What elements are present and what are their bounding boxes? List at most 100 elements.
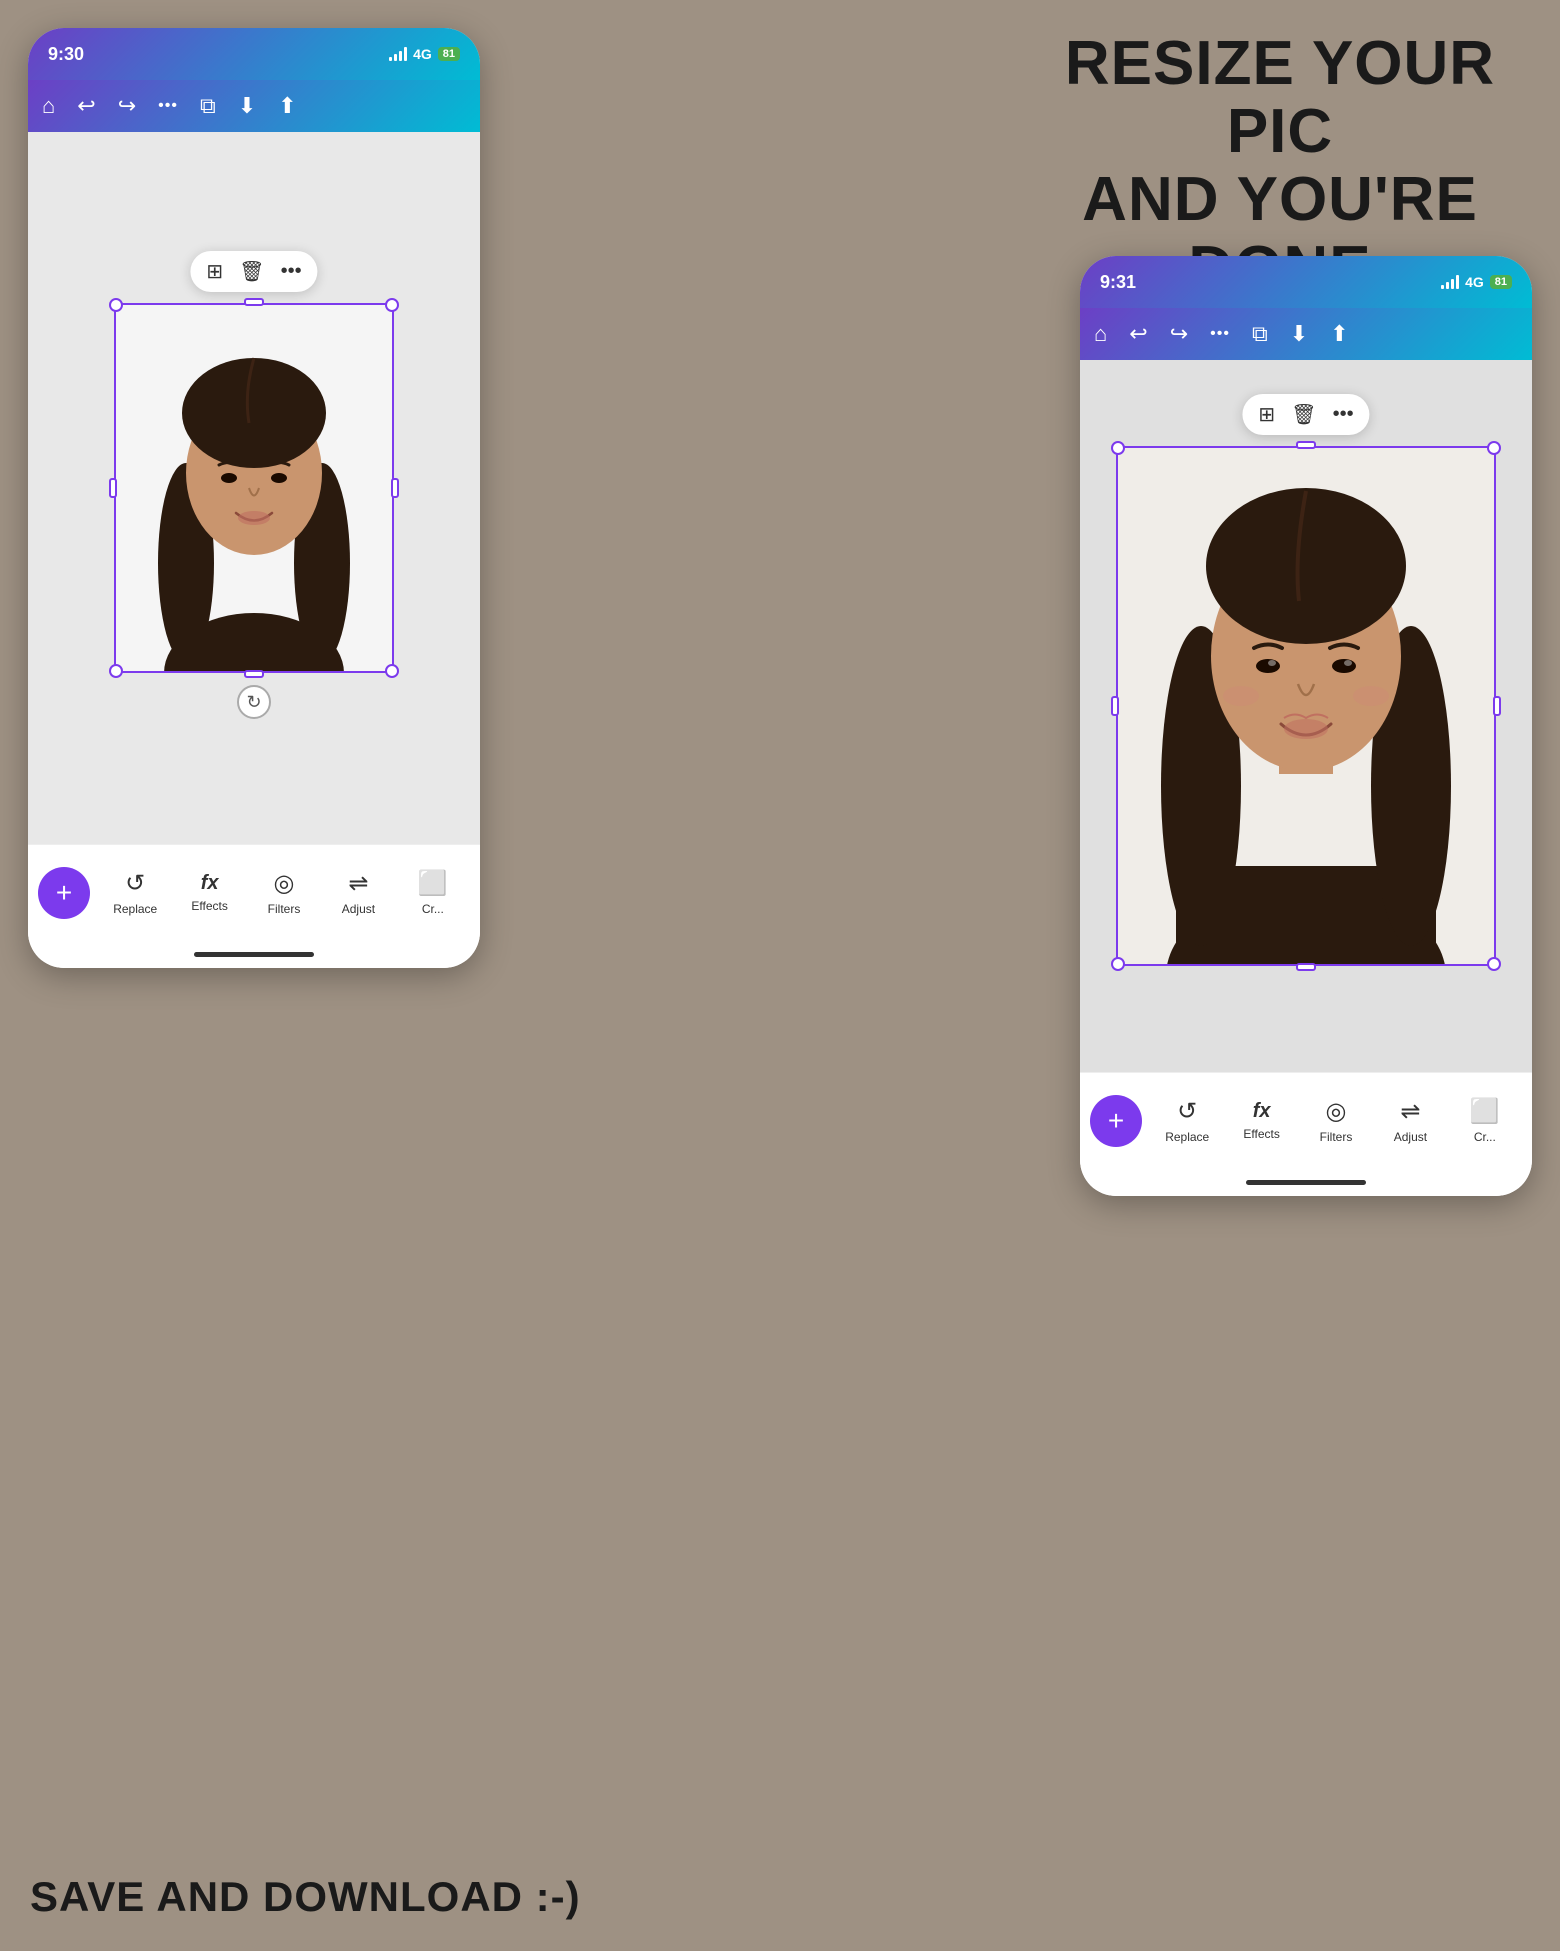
tool-replace-right[interactable]: ↺ Replace bbox=[1150, 1097, 1224, 1144]
rotate-handle-left[interactable]: ↻ bbox=[237, 685, 271, 719]
home-bar-right bbox=[1246, 1180, 1366, 1185]
effects-label-right: Effects bbox=[1243, 1127, 1279, 1141]
bottom-text: SAVE AND DOWNLOAD :-) bbox=[30, 1873, 581, 1921]
filters-label-left: Filters bbox=[268, 902, 301, 916]
handle-tm-right[interactable] bbox=[1296, 441, 1316, 449]
download-icon-right[interactable]: ⬇ bbox=[1290, 321, 1308, 347]
copy-icon-left[interactable]: ⊞ bbox=[206, 259, 223, 284]
toolbar-right: ⌂ ↩ ↪ ••• ⧉ ⬇ ⬆ bbox=[1080, 308, 1532, 360]
more-icon-left[interactable]: ••• bbox=[158, 97, 178, 115]
handle-bl-left[interactable] bbox=[109, 664, 123, 678]
signal-icon-left bbox=[389, 47, 407, 61]
add-button-right[interactable]: + bbox=[1090, 1095, 1142, 1147]
toolbar-left: ⌂ ↩ ↪ ••• ⧉ ⬇ ⬆ bbox=[28, 80, 480, 132]
status-bar-right: 9:31 4G 81 bbox=[1080, 256, 1532, 308]
replace-label-left: Replace bbox=[113, 902, 157, 916]
redo-icon-right[interactable]: ↪ bbox=[1170, 321, 1188, 347]
handle-br-left[interactable] bbox=[385, 664, 399, 678]
tool-crop-left[interactable]: ⬜ Cr... bbox=[396, 869, 470, 916]
share-icon-left[interactable]: ⬆ bbox=[278, 93, 296, 119]
adjust-icon-right: ⇌ bbox=[1400, 1097, 1420, 1126]
handle-bm-left[interactable] bbox=[244, 670, 264, 678]
layers-icon-right[interactable]: ⧉ bbox=[1252, 321, 1268, 347]
tool-filters-left[interactable]: ◎ Filters bbox=[247, 869, 321, 916]
tool-effects-left[interactable]: fx Effects bbox=[172, 872, 246, 913]
canvas-right: ⊞ 🗑 ••• bbox=[1080, 360, 1532, 1072]
tool-filters-right[interactable]: ◎ Filters bbox=[1299, 1097, 1373, 1144]
filters-label-right: Filters bbox=[1320, 1130, 1353, 1144]
signal-icon-right bbox=[1441, 275, 1459, 289]
time-left: 9:30 bbox=[48, 44, 84, 65]
more-float-icon-left[interactable]: ••• bbox=[281, 260, 302, 283]
replace-icon-right: ↺ bbox=[1177, 1097, 1197, 1126]
bottom-toolbar-left: + ↺ Replace fx Effects ◎ Filters ⇌ Adjus… bbox=[28, 844, 480, 940]
crop-icon-right: ⬜ bbox=[1470, 1097, 1500, 1126]
status-icons-right: 4G 81 bbox=[1441, 274, 1512, 290]
tool-adjust-left[interactable]: ⇌ Adjust bbox=[321, 869, 395, 916]
handle-tl-right[interactable] bbox=[1111, 441, 1125, 455]
network-left: 4G bbox=[413, 46, 432, 62]
add-button-left[interactable]: + bbox=[38, 867, 90, 919]
handle-mr-left[interactable] bbox=[391, 478, 399, 498]
tool-effects-right[interactable]: fx Effects bbox=[1224, 1100, 1298, 1141]
handle-ml-right[interactable] bbox=[1111, 696, 1119, 716]
filters-icon-right: ◎ bbox=[1326, 1097, 1347, 1126]
handle-ml-left[interactable] bbox=[109, 478, 117, 498]
effects-label-left: Effects bbox=[191, 899, 227, 913]
home-icon-right[interactable]: ⌂ bbox=[1094, 321, 1107, 347]
bottom-toolbar-right: + ↺ Replace fx Effects ◎ Filters ⇌ Adjus… bbox=[1080, 1072, 1532, 1168]
status-bar-left: 9:30 4G 81 bbox=[28, 28, 480, 80]
crop-label-left: Cr... bbox=[422, 902, 444, 916]
tool-adjust-right[interactable]: ⇌ Adjust bbox=[1373, 1097, 1447, 1144]
home-indicator-right bbox=[1080, 1168, 1532, 1196]
handle-mr-right[interactable] bbox=[1493, 696, 1501, 716]
undo-icon-left[interactable]: ↩ bbox=[77, 93, 95, 119]
effects-icon-right: fx bbox=[1253, 1100, 1271, 1123]
status-icons-left: 4G 81 bbox=[389, 46, 460, 62]
tool-crop-right[interactable]: ⬜ Cr... bbox=[1448, 1097, 1522, 1144]
battery-right: 81 bbox=[1490, 275, 1512, 289]
filters-icon-left: ◎ bbox=[274, 869, 295, 898]
share-icon-right[interactable]: ⬆ bbox=[1330, 321, 1348, 347]
handle-bm-right[interactable] bbox=[1296, 963, 1316, 971]
phone-left: 9:30 4G 81 ⌂ ↩ ↪ ••• ⧉ ⬇ ⬆ ⊞ bbox=[28, 28, 480, 968]
floating-toolbar-right: ⊞ 🗑 ••• bbox=[1242, 394, 1369, 435]
network-right: 4G bbox=[1465, 274, 1484, 290]
adjust-icon-left: ⇌ bbox=[348, 869, 368, 898]
copy-icon-right[interactable]: ⊞ bbox=[1258, 402, 1275, 427]
undo-icon-right[interactable]: ↩ bbox=[1129, 321, 1147, 347]
adjust-label-left: Adjust bbox=[342, 902, 375, 916]
selection-box-left bbox=[114, 303, 394, 673]
trash-icon-right[interactable]: 🗑 bbox=[1291, 402, 1316, 427]
selection-box-right bbox=[1116, 446, 1496, 966]
handle-tl-left[interactable] bbox=[109, 298, 123, 312]
time-right: 9:31 bbox=[1100, 272, 1136, 293]
more-float-icon-right[interactable]: ••• bbox=[1333, 403, 1354, 426]
home-icon-left[interactable]: ⌂ bbox=[42, 93, 55, 119]
download-icon-left[interactable]: ⬇ bbox=[238, 93, 256, 119]
handle-tr-left[interactable] bbox=[385, 298, 399, 312]
redo-icon-left[interactable]: ↪ bbox=[118, 93, 136, 119]
replace-label-right: Replace bbox=[1165, 1130, 1209, 1144]
phone-right: 9:31 4G 81 ⌂ ↩ ↪ ••• ⧉ ⬇ ⬆ ⊞ bbox=[1080, 256, 1532, 1196]
effects-icon-left: fx bbox=[201, 872, 219, 895]
crop-icon-left: ⬜ bbox=[418, 869, 448, 898]
home-indicator-left bbox=[28, 940, 480, 968]
heading-line-1: RESIZE YOUR PIC bbox=[1030, 30, 1530, 166]
handle-tm-left[interactable] bbox=[244, 298, 264, 306]
trash-icon-left[interactable]: 🗑 bbox=[239, 259, 264, 284]
crop-label-right: Cr... bbox=[1474, 1130, 1496, 1144]
tool-replace-left[interactable]: ↺ Replace bbox=[98, 869, 172, 916]
canvas-left: ⊞ 🗑 ••• bbox=[28, 132, 480, 844]
battery-left: 81 bbox=[438, 47, 460, 61]
more-icon-right[interactable]: ••• bbox=[1210, 325, 1230, 343]
image-container-right[interactable]: ⊞ 🗑 ••• bbox=[1116, 446, 1496, 966]
handle-bl-right[interactable] bbox=[1111, 957, 1125, 971]
replace-icon-left: ↺ bbox=[125, 869, 145, 898]
adjust-label-right: Adjust bbox=[1394, 1130, 1427, 1144]
image-container-left[interactable]: ⊞ 🗑 ••• bbox=[114, 303, 394, 673]
home-bar-left bbox=[194, 952, 314, 957]
layers-icon-left[interactable]: ⧉ bbox=[200, 93, 216, 119]
handle-br-right[interactable] bbox=[1487, 957, 1501, 971]
handle-tr-right[interactable] bbox=[1487, 441, 1501, 455]
